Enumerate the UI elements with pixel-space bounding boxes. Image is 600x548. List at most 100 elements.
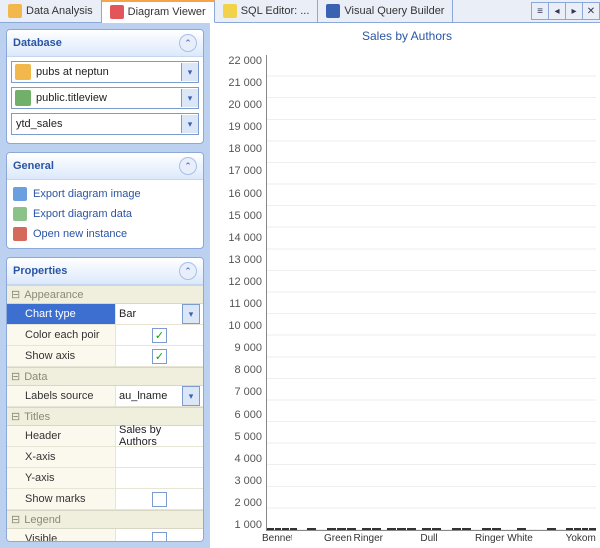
x-label: Green — [323, 531, 353, 544]
bar — [462, 528, 471, 530]
bar — [337, 528, 346, 530]
x-label — [292, 531, 322, 544]
link-export-diagram-image[interactable]: Export diagram image — [11, 184, 199, 204]
tab-scroll-left-icon[interactable]: ◂ — [548, 2, 566, 20]
tab-label: Data Analysis — [26, 5, 93, 17]
prop-header[interactable]: Header Sales by Authors — [7, 426, 203, 447]
bar-group — [476, 528, 506, 530]
tab-sql-editor-[interactable]: SQL Editor: ... — [215, 0, 319, 22]
prop-xaxis[interactable]: X-axis — [7, 447, 203, 468]
tab-icon — [110, 5, 124, 19]
bar — [307, 528, 316, 530]
tab-list-icon[interactable]: ≡ — [531, 2, 549, 20]
bar — [327, 528, 336, 530]
chart-area: Sales by Authors 22 00021 00020 00019 00… — [210, 23, 600, 548]
properties-title: Properties — [13, 265, 179, 277]
collapse-icon[interactable]: ⌃ — [179, 262, 197, 280]
y-tick: 21 000 — [228, 77, 262, 89]
x-label — [444, 531, 474, 544]
tab-label: SQL Editor: ... — [241, 5, 310, 17]
prop-show-axis[interactable]: Show axis ✓ — [7, 346, 203, 367]
y-tick: 7 000 — [234, 386, 262, 398]
link-export-diagram-data[interactable]: Export diagram data — [11, 204, 199, 224]
app-root: Data Analysis Diagram Viewer SQL Editor: .… — [0, 0, 600, 548]
bar — [452, 528, 461, 530]
tab-scroll-right-icon[interactable]: ▸ — [565, 2, 583, 20]
checkbox-icon[interactable]: ✓ — [152, 349, 167, 364]
prop-group-data[interactable]: Data — [7, 367, 203, 386]
tab-icon — [8, 4, 22, 18]
tab-diagram-viewer[interactable]: Diagram Viewer — [102, 0, 215, 23]
y-tick: 22 000 — [228, 55, 262, 67]
prop-group-appearance[interactable]: Appearance — [7, 285, 203, 304]
bar — [422, 528, 431, 530]
bar — [397, 528, 406, 530]
prop-chart-type[interactable]: Chart type Bar▾ — [7, 304, 203, 325]
plot-area — [266, 55, 596, 531]
chart-title: Sales by Authors — [218, 29, 596, 43]
chevron-down-icon[interactable]: ▾ — [181, 63, 198, 81]
properties-panel: Properties ⌃ Appearance Chart type Bar▾ … — [6, 257, 204, 542]
y-tick: 19 000 — [228, 121, 262, 133]
y-tick: 2 000 — [234, 497, 262, 509]
schema-value: public.titleview — [34, 92, 181, 104]
x-label: Dull — [414, 531, 444, 544]
column-value: ytd_sales — [12, 118, 181, 130]
y-tick: 11 000 — [229, 298, 262, 310]
tab-icon — [326, 4, 340, 18]
y-tick: 17 000 — [228, 165, 262, 177]
bar-group — [446, 528, 476, 530]
connection-combo[interactable]: pubs at neptun ▾ — [11, 61, 199, 83]
bar-group — [327, 528, 357, 530]
chevron-down-icon[interactable]: ▾ — [181, 115, 198, 133]
x-axis: BennetGreenRingerDullRingerWhiteYokomoto — [262, 531, 596, 544]
bar — [362, 528, 371, 530]
database-title: Database — [13, 37, 179, 49]
table-icon — [15, 90, 31, 106]
database-header: Database ⌃ — [7, 30, 203, 57]
prop-yaxis[interactable]: Y-axis — [7, 468, 203, 489]
collapse-icon[interactable]: ⌃ — [179, 157, 197, 175]
bar — [566, 528, 573, 530]
tab-close-icon[interactable]: ✕ — [582, 2, 600, 20]
prop-color-each[interactable]: Color each poir ✓ — [7, 325, 203, 346]
link-open-new-instance[interactable]: Open new instance — [11, 224, 199, 244]
prop-visible[interactable]: Visible — [7, 529, 203, 541]
checkbox-icon[interactable] — [152, 492, 167, 507]
bar — [387, 528, 396, 530]
x-label: Yokomoto — [566, 531, 596, 544]
x-label: Ringer — [475, 531, 505, 544]
tab-icon — [223, 4, 237, 18]
bar — [432, 528, 441, 530]
chevron-down-icon[interactable]: ▾ — [182, 386, 200, 406]
general-panel: General ⌃ Export diagram imageExport dia… — [6, 152, 204, 249]
tab-data-analysis[interactable]: Data Analysis — [0, 0, 102, 22]
bar — [517, 528, 526, 530]
prop-labels-source[interactable]: Labels source au_lname▾ — [7, 386, 203, 407]
bar-group — [536, 528, 566, 530]
column-combo[interactable]: ytd_sales ▾ — [11, 113, 199, 135]
bar — [347, 528, 356, 530]
checkbox-icon[interactable] — [152, 532, 167, 542]
general-header: General ⌃ — [7, 153, 203, 180]
checkbox-icon[interactable]: ✓ — [152, 328, 167, 343]
y-axis: 22 00021 00020 00019 00018 00017 00016 0… — [218, 55, 266, 531]
prop-show-marks[interactable]: Show marks — [7, 489, 203, 510]
properties-header: Properties ⌃ — [7, 258, 203, 285]
tab-controls: ≡ ◂ ▸ ✕ — [532, 0, 600, 22]
bar — [492, 528, 501, 530]
y-tick: 10 000 — [228, 320, 262, 332]
chevron-down-icon[interactable]: ▾ — [181, 89, 198, 107]
bar — [372, 528, 381, 530]
prop-group-legend[interactable]: Legend — [7, 510, 203, 529]
bar-group — [267, 528, 297, 530]
database-panel: Database ⌃ pubs at neptun ▾ public.title… — [6, 29, 204, 144]
chevron-down-icon[interactable]: ▾ — [182, 304, 200, 324]
schema-combo[interactable]: public.titleview ▾ — [11, 87, 199, 109]
tab-visual-query-builder[interactable]: Visual Query Builder — [318, 0, 453, 22]
bar — [547, 528, 556, 530]
collapse-icon[interactable]: ⌃ — [179, 34, 197, 52]
bar — [407, 528, 416, 530]
general-title: General — [13, 160, 179, 172]
tab-bar: Data Analysis Diagram Viewer SQL Editor: .… — [0, 0, 600, 23]
